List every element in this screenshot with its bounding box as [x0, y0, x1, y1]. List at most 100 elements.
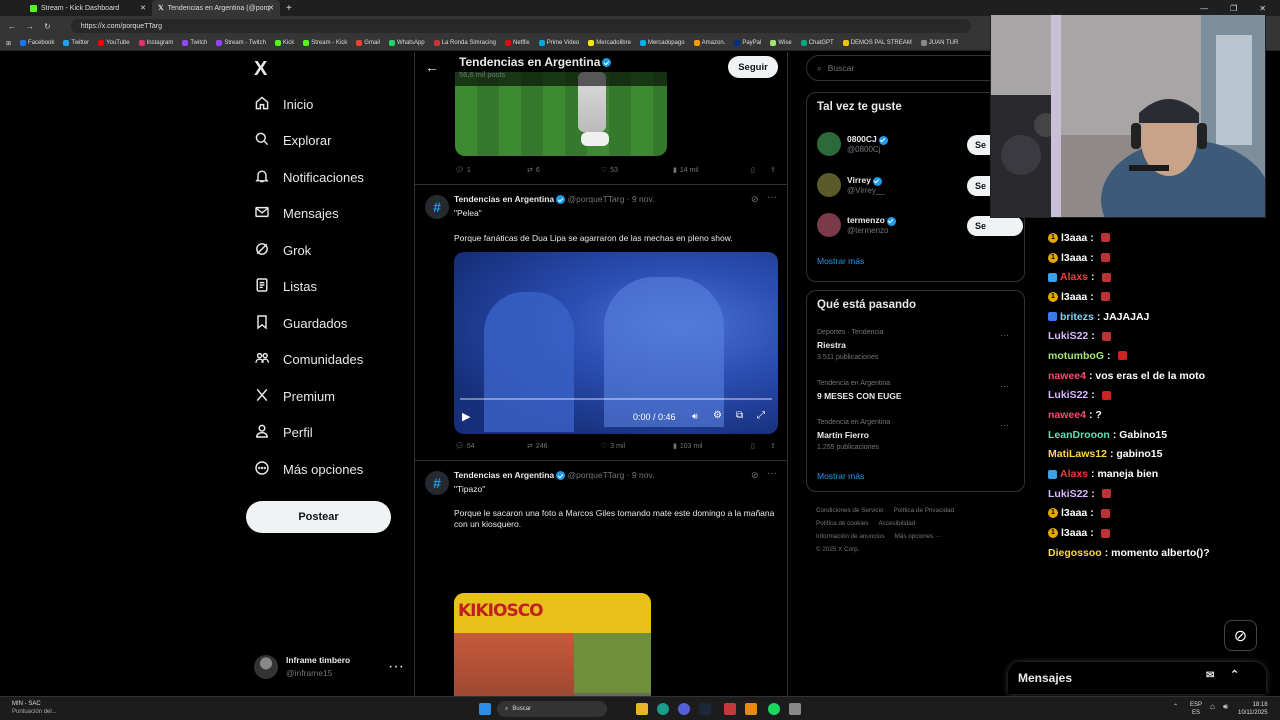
volume-icon[interactable]: 🔊︎ [1223, 702, 1228, 712]
bookmark-item[interactable]: Instagram [138, 40, 173, 46]
windows-start-icon[interactable] [479, 703, 491, 715]
chat-username[interactable]: l3aaa [1061, 291, 1087, 303]
bookmark-item[interactable]: Kick [274, 40, 294, 46]
tweet[interactable]: # Tendencias en Argentina @porqueTTarg ·… [415, 184, 787, 460]
more-icon[interactable]: ··· [1000, 380, 1009, 392]
reply-button[interactable]: 💬︎ 54 [455, 442, 527, 451]
forward-icon[interactable]: → [26, 22, 34, 31]
chat-username[interactable]: l3aaa [1061, 527, 1087, 539]
minimize-icon[interactable]: — [1200, 4, 1208, 13]
new-tab-icon[interactable]: + [280, 3, 292, 14]
apps-icon[interactable]: ⊞ [6, 40, 11, 47]
grok-button[interactable]: ⊘ [1224, 620, 1257, 651]
chat-username[interactable]: LukiS22 [1048, 488, 1088, 500]
account-switcher[interactable]: Inframe timbero @inframe15 ··· [254, 652, 404, 682]
nav-item-más-opciones[interactable]: Más opciones [246, 451, 414, 488]
bookmark-item[interactable]: Stream - Kick [303, 40, 347, 46]
nav-item-perfil[interactable]: Perfil [246, 415, 414, 452]
nav-item-guardados[interactable]: Guardados [246, 305, 414, 342]
share-icon[interactable]: ⇪ [770, 442, 776, 450]
compose-message-icon[interactable]: ✉ [1206, 670, 1214, 681]
post-button[interactable]: Postear [246, 501, 391, 533]
chat-username[interactable]: LukiS22 [1048, 330, 1088, 342]
network-icon[interactable]: ⌂ [1210, 702, 1215, 711]
bookmark-item[interactable]: Wise [770, 40, 792, 46]
close-tab-icon[interactable]: ✕ [140, 4, 146, 12]
footer-link[interactable]: Accesibilidad [879, 520, 916, 527]
bookmark-item[interactable]: Mercadopago [639, 40, 685, 46]
nav-item-grok[interactable]: Grok [246, 232, 414, 269]
fullscreen-icon[interactable]: ⤢ [757, 410, 765, 421]
grok-icon[interactable]: ⊘ [751, 470, 759, 481]
browser-tab-kick[interactable]: Stream - Kick Dashboard ✕ [24, 0, 152, 16]
bookmark-item[interactable]: Twitch [182, 40, 207, 46]
settings-icon[interactable]: ⚙ [713, 410, 722, 421]
nav-item-notificaciones[interactable]: Notificaciones [246, 159, 414, 196]
url-field[interactable]: https://x.com/porqueTTarg [70, 19, 971, 33]
chat-username[interactable]: LukiS22 [1048, 389, 1088, 401]
x-logo-icon[interactable]: X [246, 52, 414, 86]
bookmark-item[interactable]: WhatsApp [388, 40, 425, 46]
nav-item-mensajes[interactable]: Mensajes [246, 196, 414, 233]
trend-item[interactable]: Tendencia en Argentina Martín Fierro 1.255… [817, 417, 1017, 454]
bookmark-item[interactable]: Twitter [63, 40, 89, 46]
footer-link[interactable]: Política de cookies [816, 520, 869, 527]
trend-item[interactable]: Tendencia en Argentina 9 MESES CON EUGE ··… [817, 378, 1017, 403]
nav-item-inicio[interactable]: Inicio [246, 86, 414, 123]
views-button[interactable]: ▮ 14 mil [673, 166, 751, 175]
messages-drawer[interactable]: Mensajes ✉ ⌃ [1008, 662, 1266, 694]
chat-username[interactable]: LeanDrooon [1048, 429, 1110, 441]
bookmark-item[interactable]: Gmail [356, 40, 380, 46]
pip-icon[interactable]: ⧉ [736, 410, 743, 421]
back-icon[interactable]: ← [8, 22, 16, 31]
like-button[interactable]: ♡ 3 mil [601, 442, 673, 451]
nav-item-listas[interactable]: Listas [246, 269, 414, 306]
follow-button[interactable]: Se [967, 216, 1023, 236]
footer-link[interactable]: Información de anuncios [816, 533, 885, 540]
grok-icon[interactable]: ⊘ [751, 194, 759, 205]
footer-link[interactable]: Más opciones ··· [895, 533, 942, 540]
bookmark-item[interactable]: Netflix [505, 40, 530, 46]
edge-icon[interactable] [657, 703, 669, 715]
reply-button[interactable]: 💬︎ 1 [455, 166, 527, 175]
footer-link[interactable]: Condiciones de Servicio [816, 507, 884, 514]
bookmark-item[interactable]: DEMOS PAL STREAM [842, 40, 912, 46]
expand-icon[interactable]: ⌃ [1230, 668, 1239, 681]
chat-username[interactable]: Diegossoo [1048, 547, 1102, 559]
bookmark-item[interactable]: Mercadolibre [588, 40, 631, 46]
chat-username[interactable]: britezs [1060, 311, 1094, 323]
bookmark-item[interactable]: Stream - Twitch [216, 40, 266, 46]
more-icon[interactable]: ··· [1000, 329, 1009, 341]
tweet-media-image[interactable]: KIKIOSCO [454, 593, 651, 696]
bookmark-icon[interactable]: ▯ [751, 166, 770, 174]
spotify-icon[interactable] [768, 703, 780, 715]
show-more-link[interactable]: Mostrar más [817, 471, 864, 481]
retweet-button[interactable]: ⇄ 246 [527, 442, 601, 451]
like-button[interactable]: ♡ 53 [601, 166, 673, 175]
chat-username[interactable]: nawee4 [1048, 370, 1086, 382]
maximize-icon[interactable]: ❐ [1230, 4, 1237, 13]
share-icon[interactable]: ⇪ [770, 166, 776, 174]
chat-username[interactable]: Alaxs [1060, 271, 1088, 283]
back-arrow-icon[interactable]: ← [425, 59, 439, 75]
language-indicator[interactable]: ESP ES [1190, 701, 1202, 717]
chat-username[interactable]: Alaxs [1060, 468, 1088, 480]
show-more-link[interactable]: Mostrar más [817, 256, 864, 266]
chat-username[interactable]: l3aaa [1061, 232, 1087, 244]
reload-icon[interactable]: ↻ [44, 22, 51, 31]
views-button[interactable]: ▮ 103 mil [673, 442, 751, 451]
bookmark-item[interactable]: Amazon. [693, 40, 725, 46]
video-progress-track[interactable] [460, 398, 772, 400]
footer-link[interactable]: Política de Privacidad [894, 507, 955, 514]
chat-username[interactable]: MatiLaws12 [1048, 448, 1107, 460]
taskbar-search[interactable]: ⌕ Buscar [497, 701, 607, 717]
bookmark-icon[interactable]: ▯ [751, 442, 770, 450]
follow-button[interactable]: Seguir [728, 56, 778, 78]
more-icon[interactable]: ··· [1000, 419, 1009, 431]
taskbar-widget[interactable]: MIN - SAC Puntuación del... [12, 700, 57, 716]
tweet[interactable]: # Tendencias en Argentina @porqueTTarg ·… [415, 460, 787, 696]
app-icon[interactable] [789, 703, 801, 715]
bookmark-item[interactable]: ChatGPT [800, 40, 834, 46]
close-window-icon[interactable]: ✕ [1259, 4, 1266, 13]
clock[interactable]: 18:18 10/11/2025 [1238, 701, 1268, 717]
